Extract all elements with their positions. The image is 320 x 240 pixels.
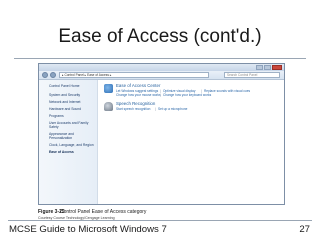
link-separator: |	[155, 107, 156, 111]
title-divider	[14, 58, 306, 59]
minimize-button[interactable]	[256, 65, 263, 70]
mouse-settings-link[interactable]: Change how your mouse works	[116, 93, 161, 97]
slide-title: Ease of Access (cont'd.)	[58, 26, 262, 47]
sidebar-item-hardware[interactable]: Hardware and Sound	[49, 107, 81, 111]
ease-of-access-center-link[interactable]: Ease of Access Center	[116, 83, 160, 88]
microphone-icon	[104, 102, 113, 111]
sidebar-item-ease-of-access[interactable]: Ease of Access	[49, 150, 74, 154]
main-content: Ease of Access Center Let Windows sugges…	[101, 80, 284, 204]
close-button[interactable]	[272, 65, 282, 70]
footer-book-title: MCSE Guide to Microsoft Windows 7	[9, 224, 167, 235]
search-input[interactable]: Search Control Panel	[224, 72, 280, 78]
sidebar-item-programs[interactable]: Programs	[49, 114, 64, 118]
page-number: 27	[299, 224, 310, 235]
sidebar-item-user-accounts-cont[interactable]: Safety	[49, 125, 59, 129]
sidebar-item-clock-language[interactable]: Clock, Language, and Region	[49, 143, 94, 147]
ease-of-access-icon	[104, 84, 113, 93]
window-controls	[256, 65, 282, 70]
address-toolbar: ▸ Control Panel ▸ Ease of Access ▸ Searc…	[39, 71, 284, 80]
speech-recognition-link[interactable]: Speech Recognition	[116, 101, 155, 106]
back-button[interactable]	[42, 72, 48, 78]
window-titlebar	[39, 64, 284, 71]
setup-microphone-link[interactable]: Set up a microphone	[158, 107, 187, 111]
keyboard-settings-link[interactable]: Change how your keyboard works	[163, 93, 211, 97]
sidebar-item-network[interactable]: Network and Internet	[49, 100, 80, 104]
sidebar-item-home[interactable]: Control Panel Home	[49, 84, 80, 88]
figure-caption: Control Panel Ease of Access category	[60, 209, 147, 215]
sidebar-item-appearance-cont[interactable]: Personalization	[49, 136, 72, 140]
maximize-button[interactable]	[264, 65, 271, 70]
control-panel-window: ▸ Control Panel ▸ Ease of Access ▸ Searc…	[38, 63, 285, 205]
start-speech-link[interactable]: Start speech recognition	[116, 107, 150, 111]
address-bar[interactable]: ▸ Control Panel ▸ Ease of Access ▸	[59, 72, 209, 78]
footer-divider	[8, 220, 312, 221]
forward-button[interactable]	[50, 72, 56, 78]
link-separator: |	[160, 93, 161, 97]
sidebar-item-system-security[interactable]: System and Security	[49, 93, 80, 97]
sidebar: Control Panel Home System and Security N…	[39, 80, 98, 204]
